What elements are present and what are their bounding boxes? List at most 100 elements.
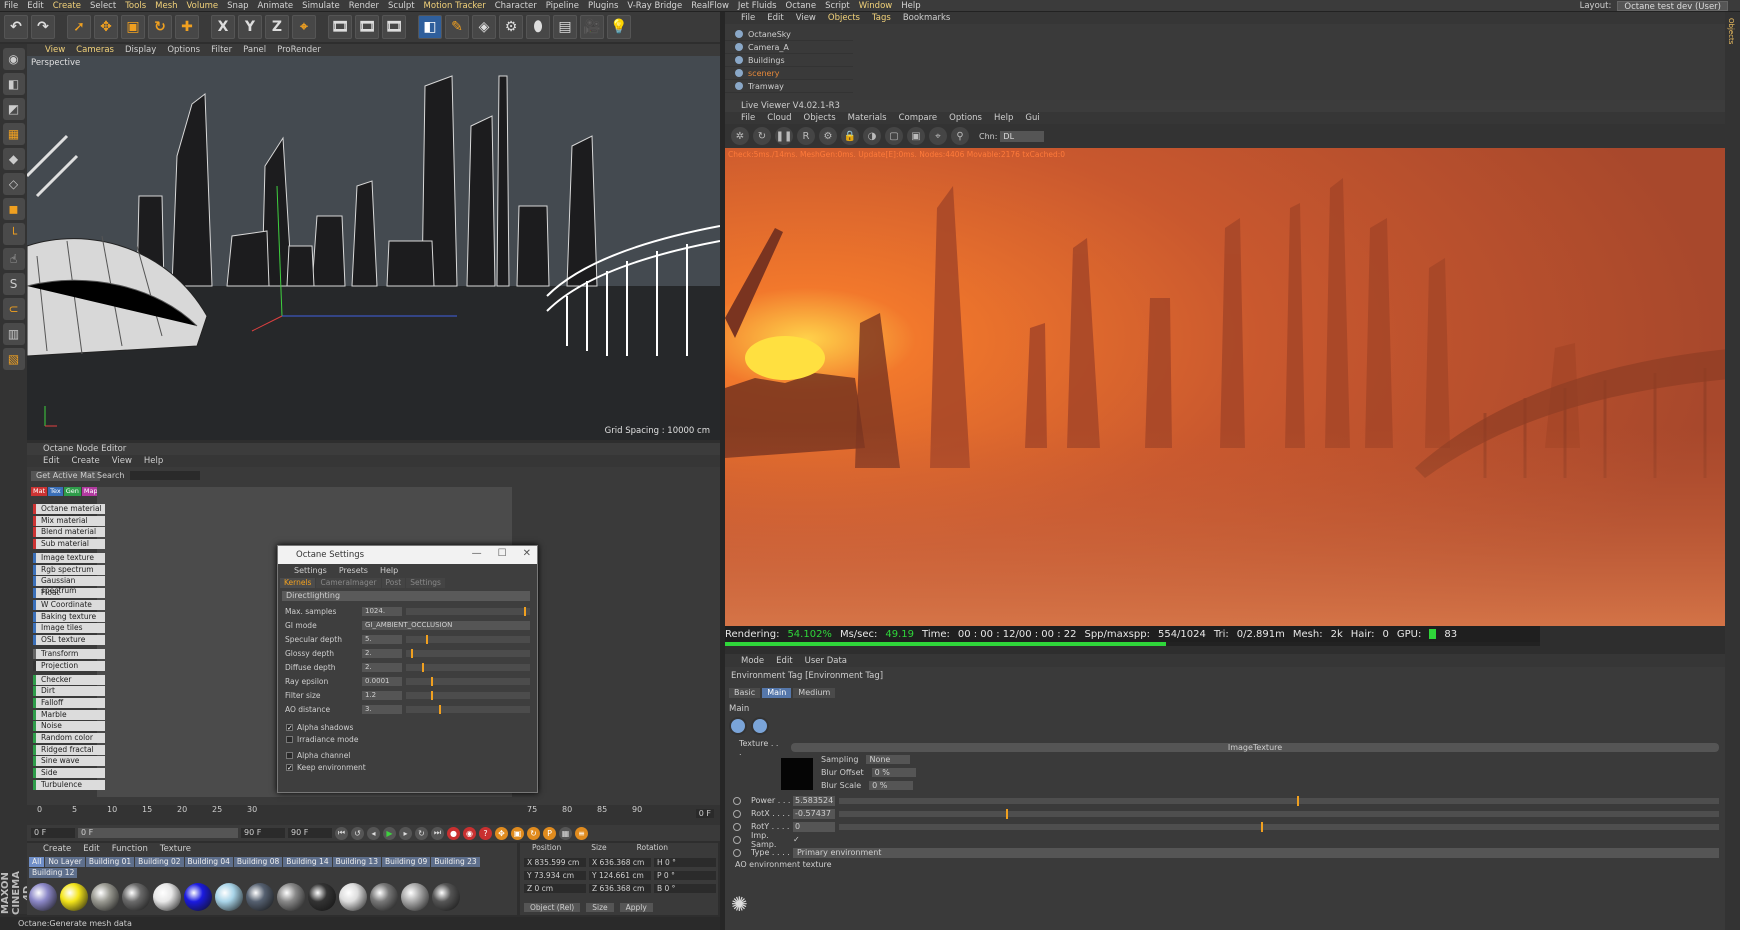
setting-slider[interactable]: [406, 676, 530, 686]
menu-item-motion-tracker[interactable]: Motion Tracker: [424, 1, 486, 11]
octane-settings-tab-cameraimager[interactable]: CameraImager: [316, 578, 381, 588]
live-viewer-menu-help[interactable]: Help: [994, 113, 1013, 123]
node-item-dirt[interactable]: Dirt: [33, 686, 105, 697]
floor-icon[interactable]: ▤: [553, 15, 577, 39]
environment-tag-active-icon[interactable]: [751, 717, 769, 735]
viewport-menu-options[interactable]: Options: [167, 45, 200, 55]
setting-dropdown[interactable]: GI_AMBIENT_OCCLUSION: [362, 620, 530, 630]
live-viewer-menu-options[interactable]: Options: [949, 113, 982, 123]
setting-slider[interactable]: [406, 648, 530, 658]
setting-slider-handle[interactable]: [430, 690, 433, 700]
menu-item-snap[interactable]: Snap: [227, 1, 248, 11]
setting-field[interactable]: 3.: [362, 704, 402, 714]
node-item-noise[interactable]: Noise: [33, 721, 105, 732]
edges-mode-icon[interactable]: ◇: [2, 173, 25, 195]
rotx-slider-handle[interactable]: [1006, 808, 1009, 819]
material-layer-tab[interactable]: Building 08: [233, 857, 283, 867]
menu-item-sculpt[interactable]: Sculpt: [388, 1, 415, 11]
rotx-field[interactable]: -0.57437: [793, 808, 835, 819]
param-key-icon[interactable]: P: [543, 826, 556, 840]
material-layer-tab[interactable]: Building 23: [431, 857, 480, 867]
live-viewer-menu-compare[interactable]: Compare: [899, 113, 938, 123]
octane-settings-menu-settings[interactable]: Settings: [294, 566, 327, 575]
menu-item-window[interactable]: Window: [859, 1, 893, 11]
live-viewer-menu-materials[interactable]: Materials: [848, 113, 887, 123]
rotation-key-icon[interactable]: ↻: [527, 826, 540, 840]
minimize-icon[interactable]: —: [472, 548, 482, 559]
create-tool-icon[interactable]: ✚: [175, 15, 199, 39]
viewport-menu-panel[interactable]: Panel: [243, 45, 266, 55]
power-slider-handle[interactable]: [1296, 795, 1299, 806]
camera-icon[interactable]: 🎥: [580, 15, 604, 39]
node-item-sub-material[interactable]: Sub material: [33, 539, 105, 550]
checkbox[interactable]: [286, 752, 293, 759]
setting-slider[interactable]: [406, 606, 530, 616]
sampling-dropdown[interactable]: None: [866, 754, 911, 764]
node-category-tex[interactable]: Tex: [48, 487, 63, 496]
node-item-marble[interactable]: Marble: [33, 709, 105, 720]
menu-item-animate[interactable]: Animate: [258, 1, 294, 11]
setting-field[interactable]: 2.: [362, 648, 402, 658]
object-menu-tags[interactable]: Tags: [872, 13, 891, 23]
axis-mode-icon[interactable]: └: [2, 223, 25, 245]
menu-item-simulate[interactable]: Simulate: [302, 1, 340, 11]
cube-object-icon[interactable]: ◧: [418, 15, 442, 39]
channel-selector[interactable]: Chn: DL: [979, 130, 1045, 142]
y-axis-icon[interactable]: Y: [238, 15, 262, 39]
render-picture-viewer-icon[interactable]: 🎞: [355, 15, 379, 39]
node-item-projection[interactable]: Projection: [33, 660, 105, 671]
menu-item-pipeline[interactable]: Pipeline: [546, 1, 579, 11]
max-frame-field[interactable]: 90 F: [288, 828, 332, 838]
menu-item-jet-fluids[interactable]: Jet Fluids: [738, 1, 777, 11]
search-input[interactable]: [130, 471, 201, 480]
material-menu-texture[interactable]: Texture: [160, 844, 191, 854]
setting-slider[interactable]: [406, 704, 530, 714]
autokey-icon[interactable]: ◉: [463, 826, 476, 840]
apply-button[interactable]: Apply: [619, 903, 653, 912]
kernel-type-dropdown[interactable]: Directlighting: [282, 591, 530, 601]
setting-checkbox-row[interactable]: Alpha channel: [282, 750, 530, 761]
cloner-icon[interactable]: ⚙: [499, 15, 523, 39]
object-menu-file[interactable]: File: [741, 13, 755, 23]
setting-field[interactable]: 5.: [362, 634, 402, 644]
texture-link-button[interactable]: ImageTexture: [791, 743, 1719, 752]
setting-checkbox-row[interactable]: Irradiance mode: [282, 734, 530, 745]
setting-checkbox-row[interactable]: ✓ Keep environment: [282, 762, 530, 773]
ao-texture-row[interactable]: AO environment texture: [729, 859, 1719, 870]
object-menu-objects[interactable]: Objects: [828, 13, 860, 23]
menu-item-volume[interactable]: Volume: [187, 1, 219, 11]
objects-side-tab[interactable]: Objects: [1727, 18, 1735, 44]
perspective-viewport[interactable]: Perspective Grid Spacing : 10000 cm: [27, 56, 720, 440]
scale-key-icon[interactable]: ▣: [511, 826, 524, 840]
menu-item-edit[interactable]: Edit: [27, 1, 43, 11]
setting-slider[interactable]: [406, 690, 530, 700]
node-category-gen[interactable]: Gen: [63, 487, 81, 496]
node-editor-menu-edit[interactable]: Edit: [43, 456, 59, 466]
material-swatch[interactable]: [246, 883, 274, 911]
menu-item-mesh[interactable]: Mesh: [155, 1, 177, 11]
menu-item-plugins[interactable]: Plugins: [588, 1, 618, 11]
material-swatch[interactable]: [60, 883, 88, 911]
node-item-checker[interactable]: Checker: [33, 674, 105, 685]
type-dropdown[interactable]: Primary environment: [793, 847, 1719, 858]
node-item-transform[interactable]: Transform: [33, 648, 105, 659]
material-menu-create[interactable]: Create: [43, 844, 71, 854]
imp-samp-checkbox[interactable]: ✓: [793, 835, 800, 844]
tab-medium[interactable]: Medium: [793, 688, 836, 698]
viewport-menu-prorender[interactable]: ProRender: [277, 45, 321, 55]
material-swatch[interactable]: [215, 883, 243, 911]
object-row[interactable]: Buildings: [725, 54, 853, 67]
x-axis-icon[interactable]: X: [211, 15, 235, 39]
node-item-sine-wave[interactable]: Sine wave: [33, 756, 105, 767]
node-item-side[interactable]: Side: [33, 768, 105, 779]
snap-icon[interactable]: S: [2, 273, 25, 295]
position-key-icon[interactable]: ✥: [495, 826, 508, 840]
octane-settings-menu-presets[interactable]: Presets: [339, 566, 368, 575]
material-swatch[interactable]: [91, 883, 119, 911]
menu-item-file[interactable]: File: [4, 1, 18, 11]
coordinate-system-icon[interactable]: ⌖: [292, 15, 316, 39]
live-viewer-menu-objects[interactable]: Objects: [804, 113, 836, 123]
coordinate-field[interactable]: Z 636.368 cm: [589, 884, 651, 893]
viewport-menu-filter[interactable]: Filter: [211, 45, 232, 55]
roty-keyframe-icon[interactable]: [733, 822, 741, 831]
